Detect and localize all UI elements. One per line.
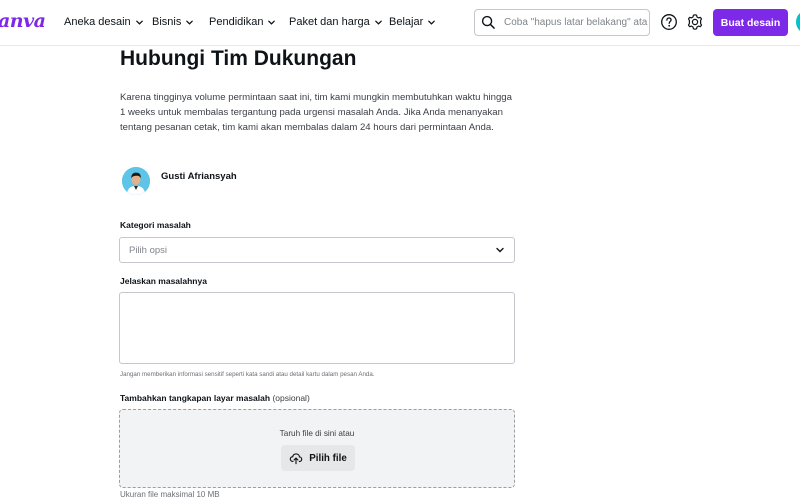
drop-text: Taruh file di sini atau xyxy=(279,429,355,438)
nav-label: Aneka desain xyxy=(64,16,131,28)
help-icon[interactable] xyxy=(660,13,678,31)
page-title: Hubungi Tim Dukungan xyxy=(120,47,357,70)
nav-label: Pendidikan xyxy=(209,16,264,28)
category-label: Kategori masalah xyxy=(120,220,191,230)
agent-avatar xyxy=(122,167,150,195)
screenshot-label-text: Tambahkan tangkapan layar masalah xyxy=(120,393,271,403)
chevron-down-icon xyxy=(186,20,194,25)
nav-aneka-desain[interactable]: Aneka desain xyxy=(64,16,144,28)
optional-tag: (opsional) xyxy=(272,393,310,403)
chevron-down-icon xyxy=(428,20,436,25)
nav-label: Bisnis xyxy=(152,16,182,28)
nav-paket-dan-harga[interactable]: Paket dan harga xyxy=(289,16,383,28)
search-input[interactable] xyxy=(504,17,649,28)
category-select[interactable]: Pilih opsi xyxy=(119,237,515,263)
pick-file-label: Pilih file xyxy=(309,452,347,464)
search-box[interactable] xyxy=(474,9,650,36)
chevron-down-icon xyxy=(268,20,276,25)
nav-label: Belajar xyxy=(389,16,424,28)
chevron-down-icon xyxy=(496,247,504,253)
agent-portrait-icon xyxy=(122,167,150,195)
max-file-size: Ukuran file maksimal 10 MB xyxy=(120,490,220,499)
chevron-down-icon xyxy=(135,20,143,25)
intro-text: Karena tingginya volume permintaan saat … xyxy=(120,92,512,133)
gear-icon[interactable] xyxy=(686,13,704,31)
upload-cloud-icon xyxy=(289,453,303,465)
file-dropzone[interactable]: Taruh file di sini atau Pilih file xyxy=(119,409,515,488)
chevron-down-icon xyxy=(374,20,382,25)
search-icon xyxy=(481,15,495,29)
nav-label: Paket dan harga xyxy=(289,16,370,28)
describe-textarea[interactable] xyxy=(119,292,515,364)
nav-belajar[interactable]: Belajar xyxy=(389,16,436,28)
user-avatar[interactable] xyxy=(796,10,800,34)
privacy-hint: Jangan memberikan informasi sensitif sep… xyxy=(120,371,375,378)
nav-bisnis[interactable]: Bisnis xyxy=(152,16,194,28)
nav-pendidikan[interactable]: Pendidikan xyxy=(209,16,276,28)
top-navigation-bar: anva Aneka desain Bisnis Pendidikan Pake… xyxy=(0,0,800,46)
canva-logo[interactable]: anva xyxy=(0,10,46,32)
screenshot-label: Tambahkan tangkapan layar masalah (opsio… xyxy=(120,393,310,403)
pick-file-button[interactable]: Pilih file xyxy=(281,445,355,471)
describe-label: Jelaskan masalahnya xyxy=(120,276,207,286)
category-selected-value: Pilih opsi xyxy=(129,244,168,256)
create-design-button[interactable]: Buat desain xyxy=(713,9,788,36)
agent-name: Gusti Afriansyah xyxy=(161,171,237,182)
